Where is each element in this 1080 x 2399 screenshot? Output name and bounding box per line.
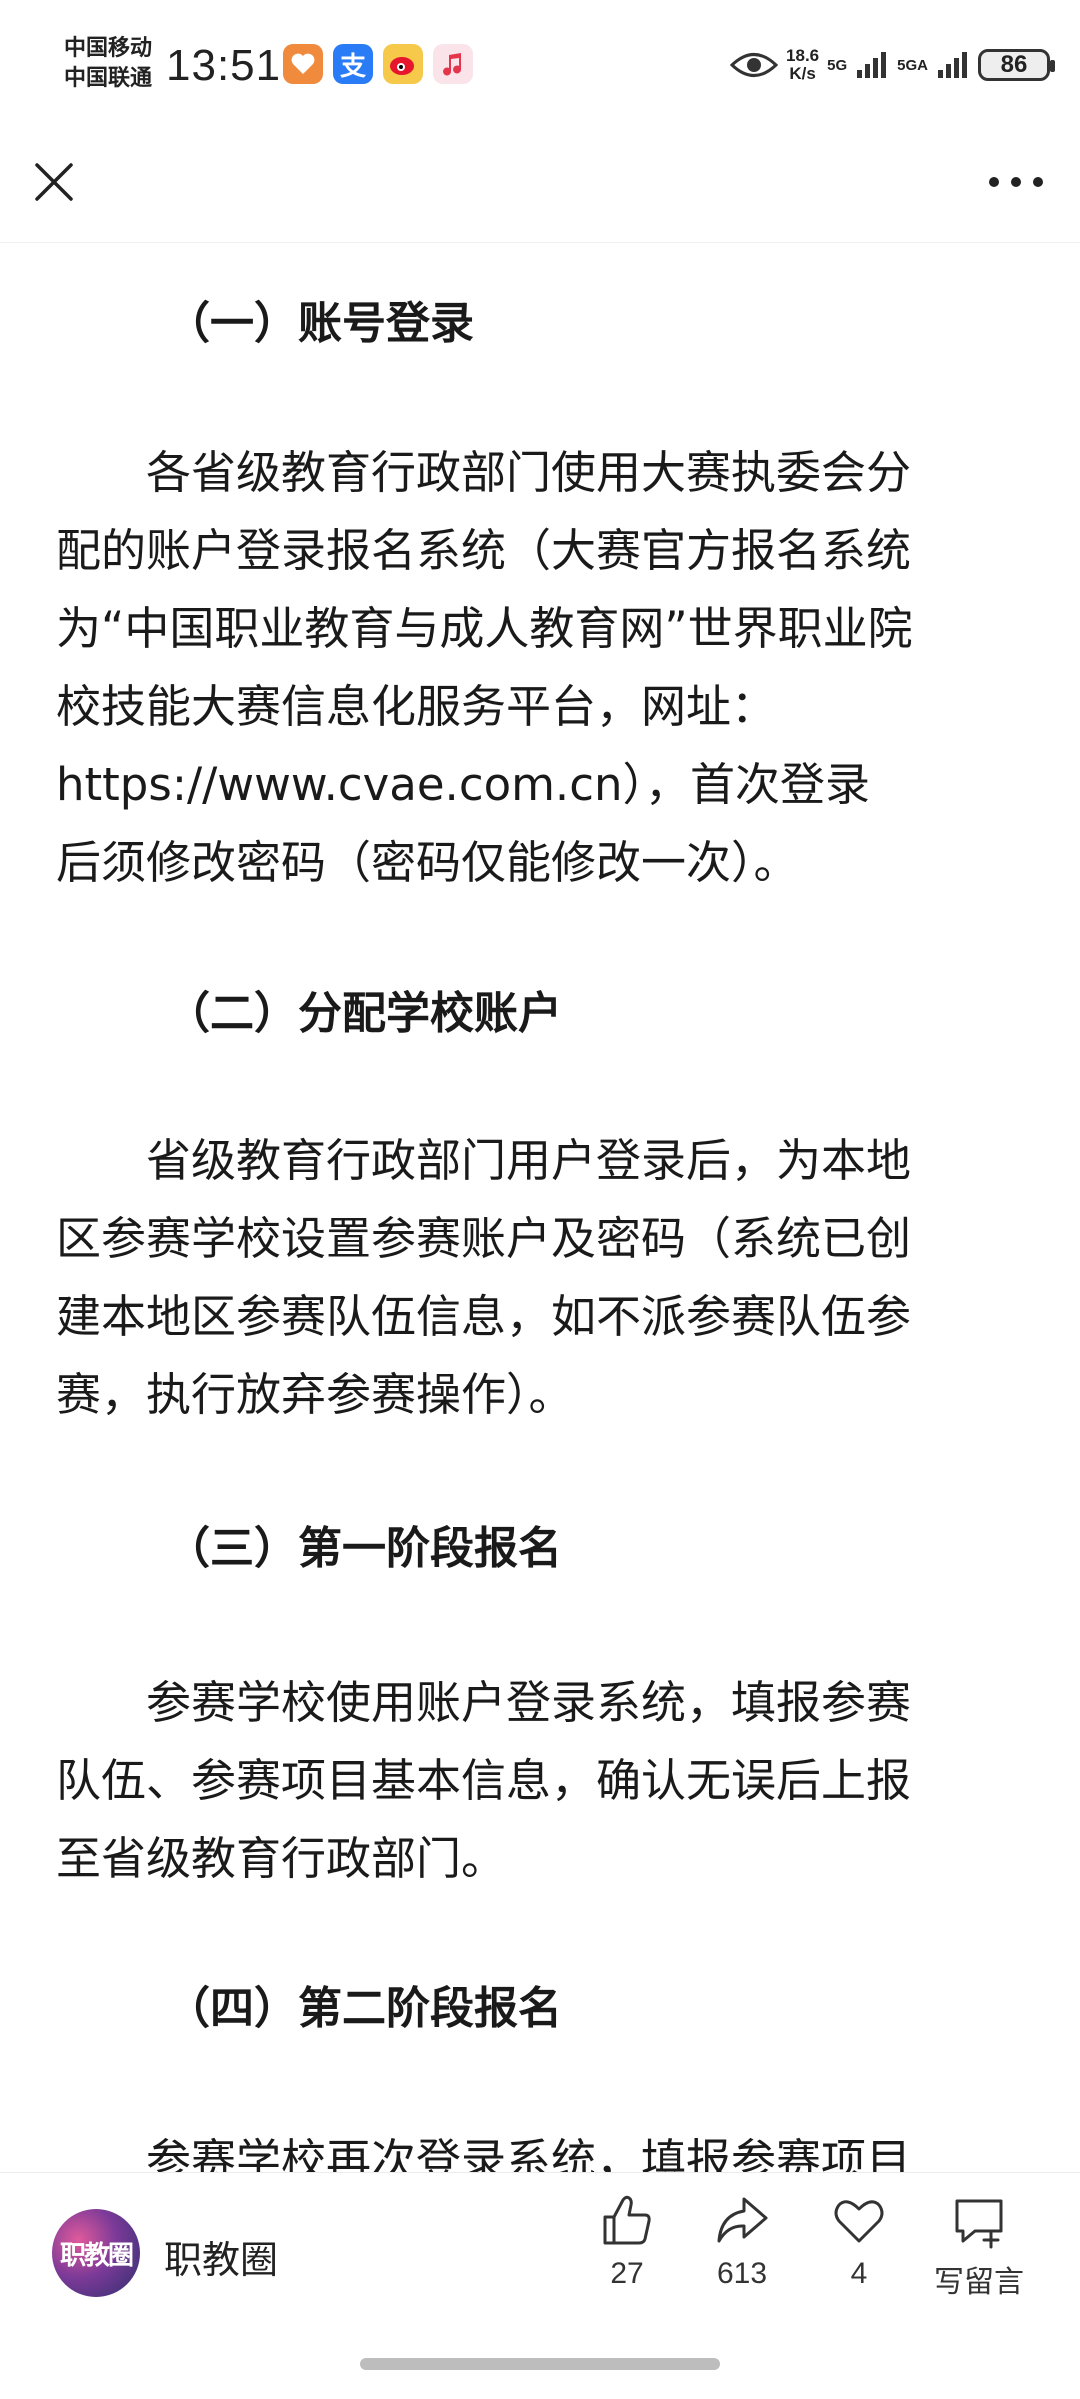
- avatar-text: 职教圈: [59, 2240, 134, 2271]
- paragraph-line: 参赛学校使用账户登录系统，填报参赛: [146, 1676, 912, 1729]
- network-speed-unit: K/s: [789, 64, 816, 83]
- paragraph-line: 赛，执行放弃参赛操作）。: [56, 1368, 574, 1421]
- signal-icon: [857, 52, 887, 78]
- network-speed-value: 18.6: [786, 46, 820, 65]
- section-heading: （四）第二阶段报名: [166, 1983, 562, 2034]
- account-name[interactable]: 职教圈: [164, 2229, 278, 2284]
- top-nav-bar: [0, 130, 1080, 243]
- carrier-2: 中国联通: [64, 66, 153, 91]
- paragraph-line: 后须修改密码（密码仅能修改一次）。: [56, 836, 799, 889]
- network-type-2: 5GA: [897, 56, 928, 74]
- carrier-info: 中国移动 中国联通: [64, 34, 152, 94]
- network-type-1: 5G: [827, 56, 848, 74]
- section-heading: （二）分配学校账户: [166, 988, 562, 1039]
- paragraph-line: 建本地区参赛队伍信息，如不派参赛队伍参: [56, 1290, 912, 1343]
- paragraph-line: 队伍、参赛项目基本信息，确认无误后上报: [56, 1754, 912, 1807]
- taobao-app-icon: [283, 44, 323, 84]
- status-time: 13:51: [166, 41, 282, 90]
- paragraph-line: 至省级教育行政部门。: [56, 1832, 507, 1885]
- weibo-app-icon: [383, 44, 423, 84]
- paragraph-line: 校技能大赛信息化服务平台，网址：: [56, 680, 777, 733]
- battery-indicator: 86: [978, 49, 1055, 81]
- notification-icons: 支: [283, 44, 473, 84]
- music-app-icon: [433, 44, 473, 84]
- write-comment-label: 写留言: [934, 2266, 1024, 2299]
- section-heading: （三）第一阶段报名: [166, 1523, 562, 1574]
- share-icon: [717, 2197, 768, 2243]
- heart-icon: [834, 2200, 884, 2243]
- close-icon: [35, 163, 73, 201]
- thumbs-up-icon: [603, 2195, 651, 2245]
- more-options-button[interactable]: [976, 150, 1056, 214]
- favorite-button[interactable]: 4: [809, 2193, 909, 2291]
- comment-add-icon: [955, 2199, 1003, 2249]
- more-icon: [989, 177, 1043, 187]
- home-indicator[interactable]: [360, 2358, 720, 2370]
- favorite-count: 4: [850, 2257, 868, 2290]
- paragraph-line[interactable]: https://www.cvae.com.cn），首次登录: [56, 746, 1026, 824]
- like-count: 27: [610, 2257, 644, 2290]
- paragraph-line: 省级教育行政部门用户登录后，为本地: [146, 1134, 912, 1187]
- paragraph-line: 为“中国职业教育与成人教育网”世界职业院: [56, 602, 913, 655]
- write-comment-button[interactable]: 写留言: [924, 2193, 1034, 2301]
- account-avatar[interactable]: 职教圈: [52, 2209, 140, 2297]
- paragraph-line: 区参赛学校设置参赛账户及密码（系统已创: [56, 1212, 912, 1265]
- like-button[interactable]: 27: [577, 2193, 677, 2291]
- paragraph-line: 各省级教育行政部门使用大赛执委会分: [146, 446, 912, 499]
- status-bar: 中国移动 中国联通 13:51 支 18.6 K/s 5G 5GA 86: [0, 0, 1080, 130]
- section-paragraph: 各省级教育行政部门使用大赛执委会分 配的账户登录报名系统（大赛官方报名系统 为“…: [56, 434, 1026, 902]
- section-heading: （一）账号登录: [166, 298, 474, 349]
- share-count: 613: [716, 2257, 768, 2290]
- signal-icon-2: [938, 52, 967, 78]
- section-paragraph: 参赛学校使用账户登录系统，填报参赛 队伍、参赛项目基本信息，确认无误后上报 至省…: [56, 1664, 1026, 1898]
- network-speed: 18.6 K/s: [786, 47, 819, 83]
- paragraph-line: 配的账户登录报名系统（大赛官方报名系统: [56, 524, 912, 577]
- alipay-app-icon: 支: [333, 44, 373, 84]
- carrier-1: 中国移动: [64, 36, 153, 61]
- eye-icon: [730, 53, 779, 77]
- system-icons: 18.6 K/s 5G 5GA 86: [730, 40, 1055, 90]
- close-button[interactable]: [22, 150, 86, 214]
- battery-level: 86: [1000, 51, 1028, 78]
- share-button[interactable]: 613: [692, 2193, 792, 2291]
- section-paragraph: 省级教育行政部门用户登录后，为本地 区参赛学校设置参赛账户及密码（系统已创 建本…: [56, 1122, 1026, 1434]
